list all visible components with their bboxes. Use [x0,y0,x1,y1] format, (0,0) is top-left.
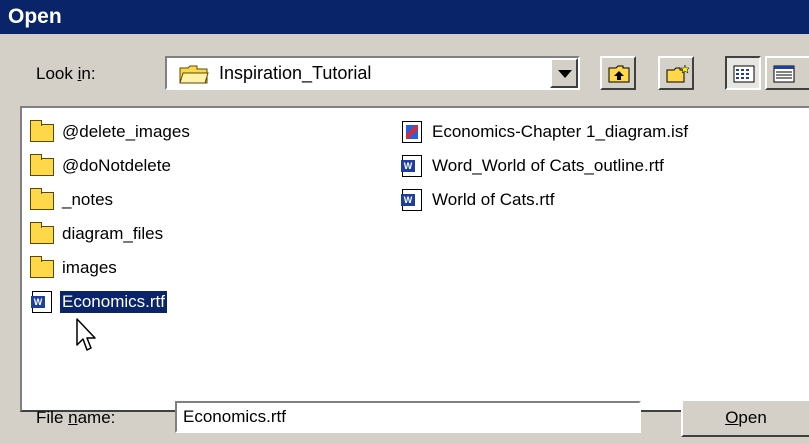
list-item[interactable]: diagram_files [30,220,165,248]
title-bar[interactable]: Open [0,0,809,34]
list-view-button[interactable] [725,56,761,90]
open-button[interactable]: Open [681,399,809,437]
word-document-icon: W [400,155,426,177]
list-item[interactable]: images [30,254,119,282]
file-name-label: File name: [36,408,116,427]
look-in-value: Inspiration_Tutorial [219,63,372,83]
window-title: Open [8,5,62,28]
create-new-folder-button[interactable] [658,56,694,90]
up-one-level-button[interactable] [600,56,636,90]
list-item[interactable]: Economics-Chapter 1_diagram.isf [400,118,690,146]
folder-icon [30,222,56,245]
folder-icon [30,188,56,211]
open-dialog: Look in: Inspiration_Tutorial @delete_im… [0,34,809,444]
folder-open-icon [179,64,209,89]
look-in-label: Look in: [36,64,96,83]
inspiration-document-icon [400,121,426,143]
folder-icon [30,120,56,143]
details-view-button[interactable] [765,56,809,90]
new-folder-icon [666,64,690,83]
mouse-pointer-icon [76,318,100,359]
folder-icon [30,256,56,279]
list-item[interactable]: W Word_World of Cats_outline.rtf [400,152,666,180]
word-document-icon: W [400,189,426,211]
file-name-input[interactable] [175,401,641,433]
file-list[interactable]: @delete_images @doNotdelete _notes diagr… [20,106,809,412]
list-item[interactable]: W World of Cats.rtf [400,186,557,214]
list-item[interactable]: @delete_images [30,118,192,146]
folder-icon [30,154,56,177]
details-view-icon [773,65,795,83]
list-item-selected[interactable]: W Economics.rtf [30,288,168,316]
list-item[interactable]: @doNotdelete [30,152,173,180]
chevron-down-icon[interactable] [550,58,578,88]
list-item[interactable]: _notes [30,186,115,214]
list-view-icon [733,65,755,83]
word-document-icon: W [30,291,56,313]
look-in-combo[interactable]: Inspiration_Tutorial [165,56,580,90]
up-folder-icon [608,65,630,83]
